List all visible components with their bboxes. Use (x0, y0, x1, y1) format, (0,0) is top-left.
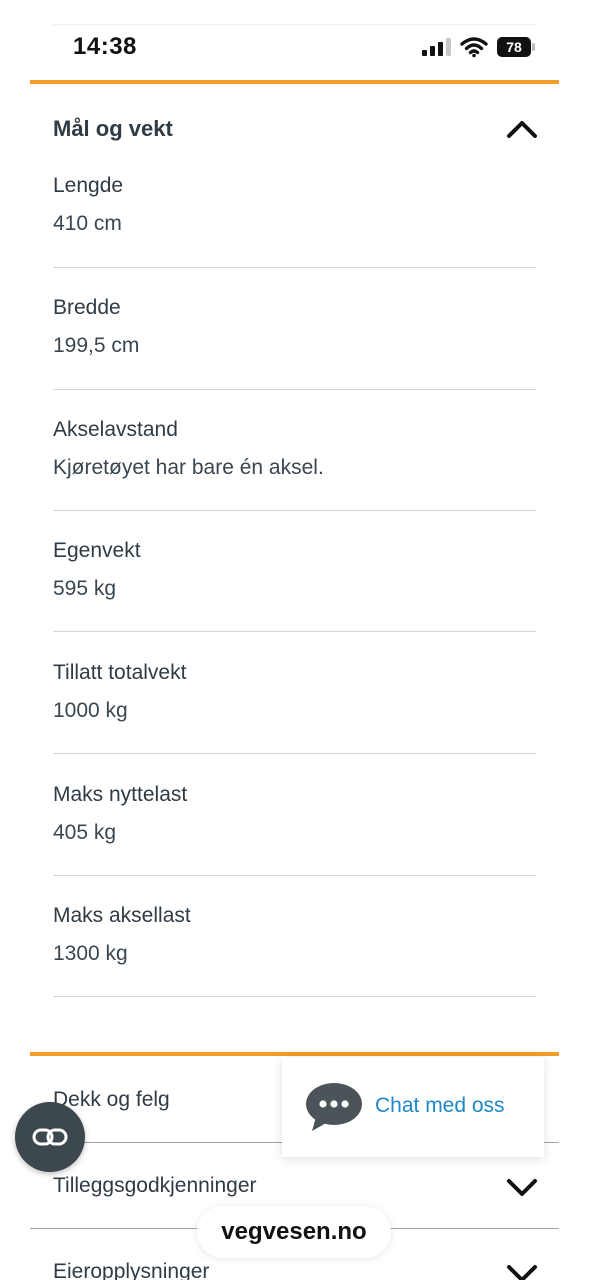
reader-mode-button[interactable] (15, 1102, 85, 1172)
spec-label: Akselavstand (53, 418, 178, 441)
chat-bubble-icon (306, 1083, 362, 1131)
spec-value: 1300 kg (53, 942, 128, 965)
battery-icon: 78 (497, 37, 537, 57)
spec-row-tillatt-totalvekt: Tillatt totalvekt 1000 kg (53, 659, 536, 755)
section-title-maal-og-vekt[interactable]: Mål og vekt (53, 116, 173, 142)
spec-value: 199,5 cm (53, 334, 140, 357)
spec-row-akselavstand: Akselavstand Kjøretøyet har bare én akse… (53, 416, 536, 512)
spec-value: 1000 kg (53, 699, 128, 722)
section-accent-bar (30, 1052, 559, 1056)
status-bar: 14:38 78 (0, 0, 589, 80)
row-divider (53, 389, 536, 390)
browser-url-bar[interactable]: vegvesen.no (197, 1206, 391, 1258)
spec-row-lengde: Lengde 410 cm (53, 172, 536, 268)
battery-level: 78 (497, 37, 531, 57)
spec-label: Lengde (53, 174, 124, 197)
chevron-down-icon[interactable] (506, 1176, 538, 1198)
chat-widget[interactable]: Chat med oss (282, 1057, 544, 1157)
row-divider (53, 510, 536, 511)
spec-row-maks-aksellast: Maks aksellast 1300 kg (53, 902, 536, 998)
row-divider (53, 267, 536, 268)
spec-value: Kjøretøyet har bare én aksel. (53, 456, 324, 479)
spec-row-egenvekt: Egenvekt 595 kg (53, 537, 536, 633)
chevron-up-icon[interactable] (506, 118, 538, 140)
row-divider (53, 875, 536, 876)
spec-label: Egenvekt (53, 539, 141, 562)
status-time: 14:38 (73, 33, 137, 60)
section-tilleggsgodkjenninger[interactable]: Tilleggsgodkjenninger (53, 1174, 257, 1198)
chat-label[interactable]: Chat med oss (375, 1094, 505, 1118)
spec-row-bredde: Bredde 199,5 cm (53, 294, 536, 390)
cellular-signal-icon (422, 38, 452, 56)
wifi-icon (460, 37, 488, 58)
section-accent-bar (30, 80, 559, 84)
row-divider (53, 996, 536, 997)
row-divider (53, 753, 536, 754)
spec-label: Maks aksellast (53, 904, 191, 927)
spec-value: 405 kg (53, 821, 117, 844)
spec-label: Bredde (53, 296, 121, 319)
spec-label: Maks nyttelast (53, 783, 188, 806)
row-divider (53, 631, 536, 632)
spec-label: Tillatt totalvekt (53, 661, 187, 684)
spec-value: 595 kg (53, 577, 117, 600)
spec-row-maks-nyttelast: Maks nyttelast 405 kg (53, 781, 536, 877)
chevron-down-icon[interactable] (506, 1262, 538, 1280)
section-eieropplysninger[interactable]: Eieropplysninger (53, 1260, 209, 1280)
reader-mode-icon (32, 1128, 68, 1146)
status-divider (53, 24, 536, 25)
spec-value: 410 cm (53, 212, 122, 235)
